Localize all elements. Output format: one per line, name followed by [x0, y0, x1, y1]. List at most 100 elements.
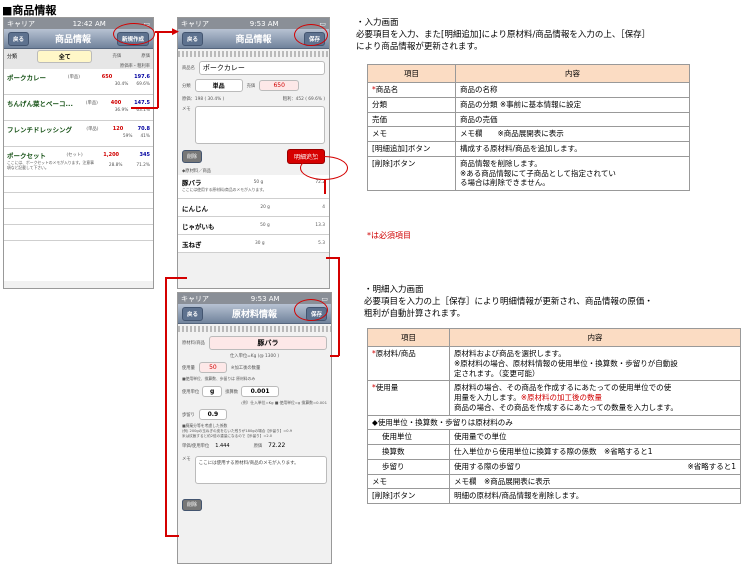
row-content: メモ欄 ※商品展開表に表示	[455, 126, 690, 142]
highlight-save-button-2	[294, 299, 328, 321]
row-content: 使用する際の歩留り ※省略すると1	[449, 458, 741, 475]
decorative-border	[178, 51, 329, 57]
memo-input[interactable]	[194, 106, 325, 144]
unit-cost-value: 1.444	[215, 442, 230, 449]
col-item: 項目	[367, 64, 456, 83]
category-price-row: 分類 単品 売価 650	[178, 77, 329, 94]
item-cost-rate: 59%	[122, 134, 133, 139]
list-item[interactable]: フレンチドレッシング (単品) 120 70.8 59% 41%	[4, 121, 153, 147]
unit-conv-row: 使用単位 g 換算数 0.001	[178, 383, 331, 400]
price-input[interactable]: 650	[259, 80, 300, 91]
category-select[interactable]: 単品	[194, 79, 243, 92]
col-content: 内容	[449, 328, 741, 347]
detail-row[interactable]: 玉ねぎ 30 g 5.3	[178, 235, 329, 253]
delete-button[interactable]: 削除	[182, 150, 203, 163]
item-profit-rate: 63.1%	[136, 108, 150, 113]
category-select[interactable]: 全て	[37, 49, 93, 63]
screen-title: 商品情報	[54, 35, 91, 45]
row-item: [明細追加]ボタン	[367, 141, 456, 157]
row-content: メモ欄 ※商品展開表に表示	[449, 473, 741, 490]
row-item: 換算数	[367, 444, 450, 460]
cost-label: 原価	[253, 443, 263, 449]
item-note: ここには、ポークセットのメモが入ります。注意事項など記載して下さい。	[7, 160, 94, 170]
carrier-label: キャリア	[7, 19, 35, 28]
item-cost: 197.6	[134, 74, 150, 80]
item-category: (セット)	[66, 153, 83, 158]
unit-input[interactable]: g	[202, 386, 223, 397]
material-detail-screen: キャリア 9:53 AM ▭ 戻る 原材料情報 保存 原材料/商品 豚バラ 仕入単位…	[177, 292, 332, 564]
item-profit-rate: 71.2%	[136, 162, 150, 168]
col-item: 項目	[367, 328, 450, 347]
material-row: 原材料/商品 豚バラ	[178, 334, 331, 352]
item-cost: 345	[139, 152, 150, 158]
item-label: 商品名	[375, 85, 399, 94]
material-select[interactable]: 豚バラ	[208, 336, 327, 350]
content-line: ※ある商品情報にて子商品として指定されてい	[460, 168, 616, 178]
back-button[interactable]: 戻る	[8, 31, 30, 46]
delete-button[interactable]: 削除	[182, 499, 203, 511]
row-item: メモ	[367, 473, 450, 490]
item-category: (単品)	[67, 75, 80, 80]
item-cost: 70.8	[137, 126, 150, 132]
section2-table: 項目 内容 *原材料/商品 原材料および商品を選択します。 ※原材料の場合、原材料情報…	[367, 328, 741, 504]
cost-value: 72.22	[268, 442, 286, 449]
yield-input[interactable]: 0.9	[198, 409, 227, 420]
detail-name: じゃがいも	[182, 222, 215, 231]
conv-input[interactable]: 0.001	[241, 386, 280, 397]
required-note: *は必須項目	[367, 231, 411, 240]
content-line: 用量を入力します。※原材料の加工後の数量	[454, 393, 736, 403]
header-price: 売価	[112, 54, 122, 59]
content-line: 商品情報を削除します。	[460, 158, 542, 168]
arrow-line	[131, 107, 158, 109]
memo-input[interactable]: ここには使用する原材料/商品のメモが入ります。	[194, 456, 327, 484]
usage-input[interactable]: 50	[198, 362, 227, 373]
row-item: メモ	[367, 126, 456, 142]
memo-label: メモ	[182, 457, 191, 462]
empty-row	[4, 209, 153, 225]
arrow-line	[165, 277, 167, 536]
item-cost: 147.5	[134, 100, 150, 106]
item-category: (単品)	[86, 127, 99, 132]
back-button[interactable]: 戻る	[182, 31, 204, 46]
row-item: [削除]ボタン	[367, 488, 450, 504]
section1-desc-2: により商品情報が更新されます。	[356, 42, 483, 52]
detail-list: 豚バラ 50 g 72.2 ここには使用する原材料/商品のメモが入ります。 にんじん…	[178, 175, 329, 253]
item-price: 120	[112, 126, 124, 132]
detail-name: にんじん	[182, 204, 208, 213]
col-content: 内容	[455, 64, 690, 83]
section1-table: 項目 内容 *商品名 商品の名称 分類 商品の分類 ※事前に基本情報に設定 売価 商品の…	[367, 64, 690, 192]
detail-row[interactable]: 豚バラ 50 g 72.2 ここには使用する原材料/商品のメモが入ります。	[178, 175, 329, 199]
usage-row: 使用量 50 ※加工後の数量	[178, 360, 331, 375]
arrow-line	[157, 31, 159, 108]
memo-label: メモ	[182, 107, 191, 112]
row-content: 商品の名称	[455, 82, 690, 98]
detail-row[interactable]: じゃがいも 50 g 13.3	[178, 217, 329, 235]
cost-row: 単価/使用単位 1.444 原価 72.22	[178, 439, 331, 452]
content-line: 定されます。（変更可能）	[454, 368, 540, 378]
arrow-line	[326, 257, 339, 259]
screen-title: 原材料情報	[231, 310, 277, 320]
row-content: 原材料の場合、その商品を作成するにあたっての使用単位での使 用量を入力します。※原…	[449, 380, 741, 416]
back-button[interactable]: 戻る	[182, 306, 204, 321]
usage-label: 使用量	[182, 365, 195, 371]
name-input[interactable]: ポークカレー	[198, 61, 325, 75]
content-line: 商品の場合、その商品を作成するにあたっての数量を入力します。	[454, 402, 678, 412]
content-extra: ※省略すると1	[687, 461, 736, 471]
usage-note: ※加工後の数量	[230, 365, 261, 371]
screen-title: 商品情報	[235, 35, 272, 45]
section2-desc-1: 必要項目を入力の上［保存］により明細情報が更新され、商品情報の原価・	[364, 297, 653, 307]
item-cost-rate: 28.8%	[108, 162, 123, 168]
detail-name: 玉ねぎ	[182, 240, 202, 249]
content-emphasis: ※原材料の加工後の数量	[520, 393, 603, 402]
item-name: ポークセット	[7, 152, 46, 160]
row-content: 商品の分類 ※事前に基本情報に設定	[455, 96, 690, 113]
content-text: 用量を入力します。	[454, 393, 521, 402]
list-item[interactable]: ポークセット (セット) 1,200 345 ここには、ポークセットのメモが入ります。…	[4, 147, 153, 177]
detail-row[interactable]: にんじん 20 g 4	[178, 199, 329, 217]
item-cost-rate: 30.4%	[114, 82, 129, 87]
list-item[interactable]: ポークカレー (単品) 650 197.6 30.4% 69.6%	[4, 69, 153, 95]
row-item: 使用単位	[367, 429, 450, 445]
item-category: (単品)	[85, 101, 98, 106]
content-line: 原材料および商品を選択します。	[454, 349, 566, 358]
category-label: 分類	[7, 53, 18, 60]
